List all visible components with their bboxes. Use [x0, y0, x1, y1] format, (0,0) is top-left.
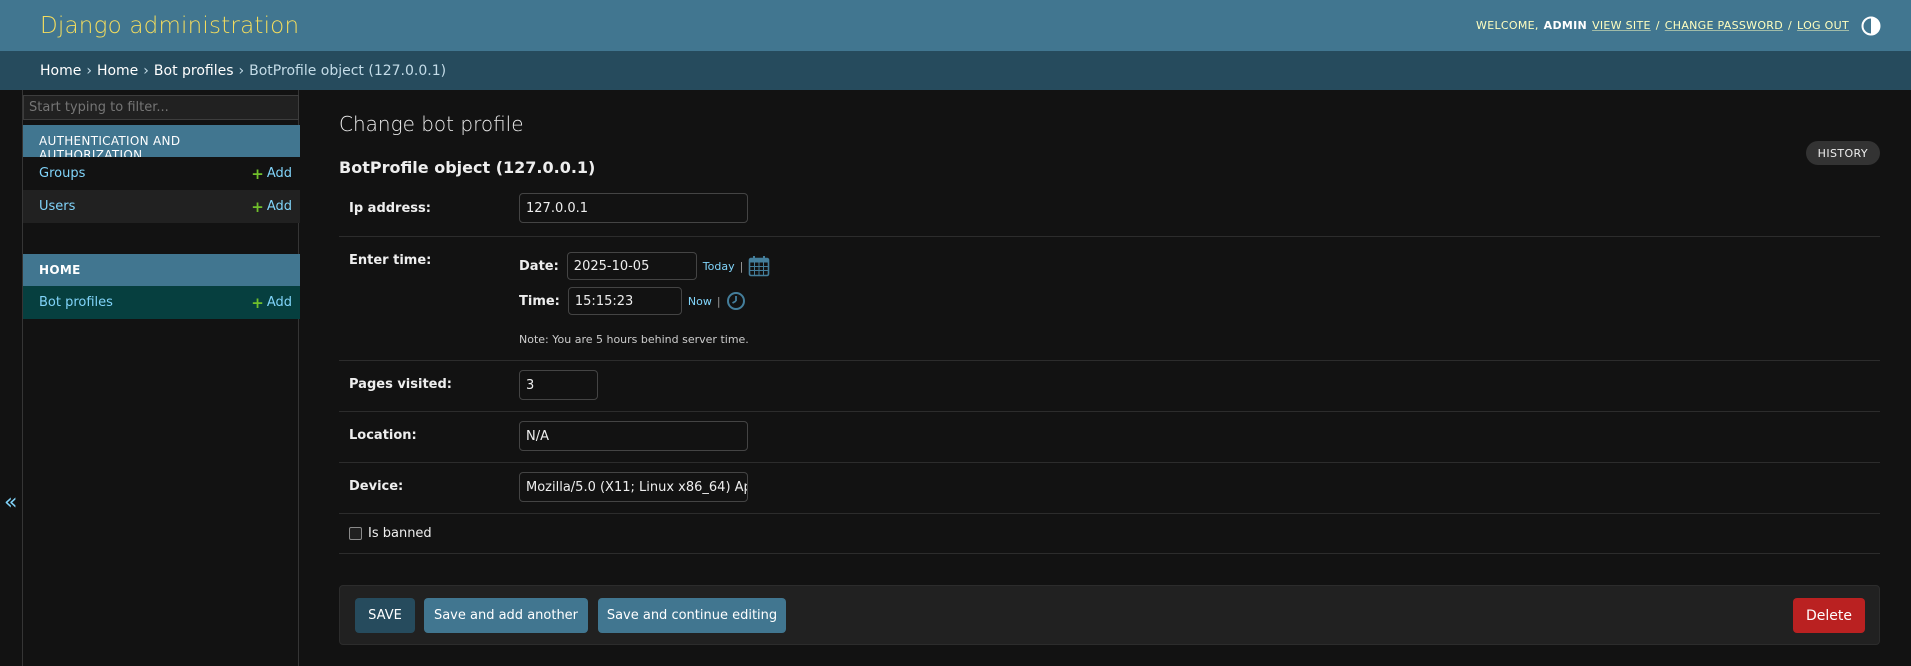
- form-row-location: Location: N/A: [339, 412, 1880, 463]
- log-out-link[interactable]: Log out: [1797, 19, 1849, 32]
- separator: |: [739, 259, 744, 273]
- add-users-button[interactable]: + Add: [251, 198, 292, 216]
- form-row-ip-address: Ip address: 127.0.0.1: [339, 185, 1880, 237]
- page-title: Change bot profile: [339, 112, 524, 136]
- sidebar-item-users-link[interactable]: Users: [39, 199, 75, 214]
- submit-row: SAVE Save and add another Save and conti…: [339, 585, 1880, 645]
- sidebar-item-bot-profiles: Bot profiles + Add: [23, 286, 300, 319]
- change-password-link[interactable]: Change password: [1665, 19, 1783, 32]
- add-bot-profile-button[interactable]: + Add: [251, 294, 292, 312]
- clock-icon[interactable]: [726, 291, 746, 311]
- form-row-pages-visited: Pages visited: 3: [339, 361, 1880, 412]
- now-link[interactable]: Now: [688, 295, 712, 308]
- history-button[interactable]: History: [1805, 141, 1880, 165]
- view-site-link[interactable]: View site: [1592, 19, 1651, 32]
- form-row-enter-time: Enter time: Date: 2025-10-05 Today | Tim…: [339, 237, 1880, 361]
- sidebar-item-groups: Groups + Add: [23, 157, 300, 190]
- breadcrumb-current: BotProfile object (127.0.0.1): [249, 62, 447, 79]
- plus-icon: +: [251, 197, 264, 216]
- separator: /: [1788, 19, 1793, 32]
- save-and-continue-button[interactable]: Save and continue editing: [598, 598, 786, 633]
- app-caption-home[interactable]: Home: [23, 254, 300, 286]
- separator: /: [1655, 19, 1660, 32]
- ip-address-input[interactable]: 127.0.0.1: [519, 193, 748, 223]
- save-button[interactable]: SAVE: [355, 598, 415, 633]
- user-tools: Welcome, admin View site / Change passwo…: [1476, 16, 1881, 36]
- location-input[interactable]: N/A: [519, 421, 748, 451]
- pages-visited-input[interactable]: 3: [519, 370, 598, 400]
- time-label: Time:: [519, 293, 560, 309]
- form-row-is-banned: Is banned: [339, 514, 1880, 554]
- breadcrumb-arrow: ›: [238, 62, 245, 79]
- breadcrumb-bot-profiles[interactable]: Bot profiles: [154, 63, 234, 79]
- time-input[interactable]: 15:15:23: [567, 287, 682, 315]
- delete-button[interactable]: Delete: [1793, 598, 1865, 633]
- object-title: BotProfile object (127.0.0.1): [339, 158, 596, 177]
- site-name[interactable]: Django administration: [40, 13, 299, 39]
- device-label: Device:: [349, 479, 404, 494]
- ip-address-label: Ip address:: [349, 201, 431, 216]
- add-label: Add: [266, 199, 292, 214]
- username: admin: [1543, 19, 1588, 32]
- is-banned-checkbox-wrap: Is banned: [349, 526, 432, 541]
- separator: |: [716, 294, 721, 308]
- save-and-add-another-button[interactable]: Save and add another: [424, 598, 588, 633]
- add-label: Add: [266, 166, 292, 181]
- nav-sidebar: Authentication and Authorization Groups …: [22, 90, 300, 666]
- form-row-device: Device: Mozilla/5.0 (X11; Linux x86_64) …: [339, 463, 1880, 514]
- sidebar-item-bot-profiles-link[interactable]: Bot profiles: [39, 295, 113, 310]
- date-input[interactable]: 2025-10-05: [566, 252, 697, 280]
- theme-toggle-icon[interactable]: [1861, 16, 1881, 36]
- is-banned-checkbox[interactable]: [349, 527, 362, 540]
- breadcrumb-home[interactable]: Home: [40, 63, 81, 79]
- is-banned-label[interactable]: Is banned: [368, 526, 432, 541]
- date-line: Date: 2025-10-05 Today |: [519, 252, 770, 280]
- plus-icon: +: [251, 164, 264, 183]
- breadcrumb-app-home[interactable]: Home: [97, 63, 138, 79]
- breadcrumb-arrow: ›: [143, 62, 149, 79]
- calendar-icon[interactable]: [748, 255, 770, 277]
- breadcrumb: Home › Home › Bot profiles › BotProfile …: [0, 51, 1911, 90]
- sidebar-item-groups-link[interactable]: Groups: [39, 166, 85, 181]
- welcome-text: Welcome,: [1476, 19, 1539, 32]
- date-label: Date:: [519, 258, 559, 274]
- add-groups-button[interactable]: + Add: [251, 165, 292, 183]
- toggle-nav-sidebar-button[interactable]: «: [4, 490, 17, 515]
- timezone-note: Note: You are 5 hours behind server time…: [519, 333, 749, 346]
- enter-time-label: Enter time:: [349, 253, 432, 268]
- sidebar-item-users: Users + Add: [23, 190, 300, 223]
- device-input[interactable]: Mozilla/5.0 (X11; Linux x86_64) AppleWeb…: [519, 472, 748, 502]
- pages-visited-label: Pages visited:: [349, 377, 452, 392]
- plus-icon: +: [251, 293, 264, 312]
- nav-filter-input[interactable]: [23, 95, 299, 120]
- add-label: Add: [266, 295, 292, 310]
- breadcrumb-arrow: ›: [86, 62, 92, 79]
- today-link[interactable]: Today: [703, 260, 735, 273]
- location-label: Location:: [349, 428, 417, 443]
- app-caption-auth[interactable]: Authentication and Authorization: [23, 125, 300, 162]
- header: Django administration Welcome, admin Vie…: [0, 0, 1911, 51]
- time-line: Time: 15:15:23 Now |: [519, 287, 746, 315]
